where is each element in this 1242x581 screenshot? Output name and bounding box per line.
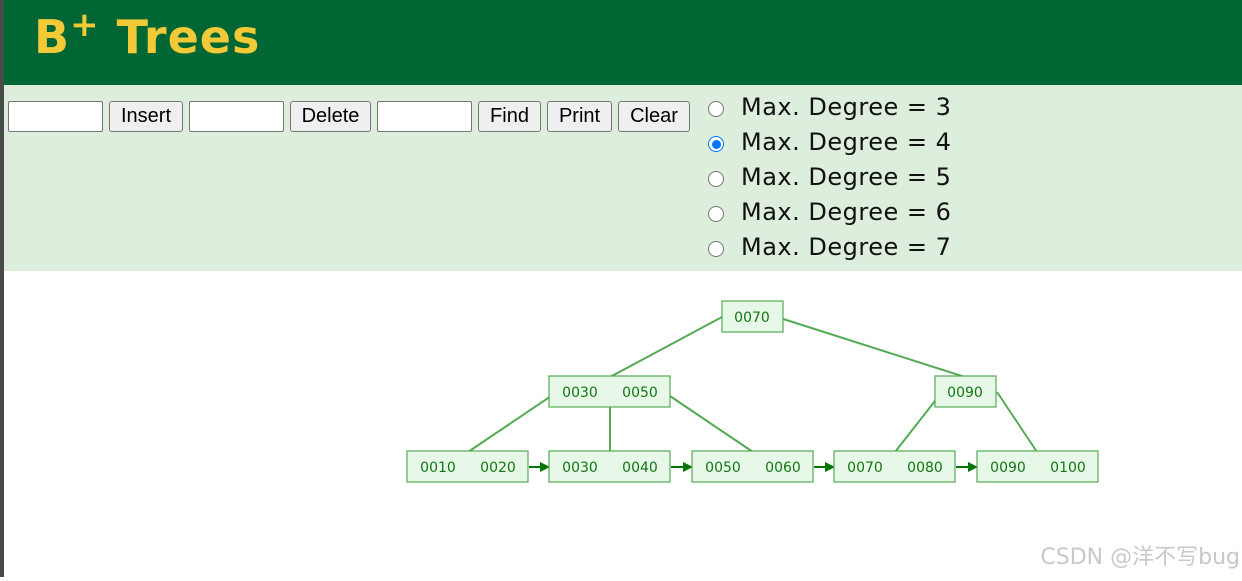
delete-button[interactable]: Delete (290, 101, 371, 132)
edge-n2-leaf5 (996, 391, 1038, 453)
degree-label-3: Max. Degree = 3 (741, 93, 952, 121)
bplus-tree-diagram: 0070 0030 0050 0090 0010 0020 0030 0040 (406, 300, 1099, 483)
title-b: B (34, 10, 71, 64)
node-key: 0040 (622, 460, 658, 476)
edge-n1-leaf1 (467, 391, 558, 453)
radio-degree-6[interactable] (708, 206, 724, 222)
edge-n1-leaf3 (663, 391, 754, 453)
radio-degree-7[interactable] (708, 241, 724, 257)
page-header: B+ Trees (4, 0, 1242, 85)
node-key: 0090 (947, 385, 983, 401)
page-title: B+ Trees (34, 8, 260, 60)
degree-label-6: Max. Degree = 6 (741, 198, 952, 226)
radio-degree-3[interactable] (708, 101, 724, 117)
node-key: 0050 (622, 385, 658, 401)
node-key: 0080 (907, 460, 943, 476)
tree-leaf-2: 0030 0040 (548, 450, 671, 483)
print-button[interactable]: Print (547, 101, 612, 132)
node-key: 0070 (847, 460, 883, 476)
node-key: 0050 (705, 460, 741, 476)
tree-leaf-4: 0070 0080 (833, 450, 956, 483)
tree-leaf-3: 0050 0060 (691, 450, 814, 483)
node-key: 0010 (420, 460, 456, 476)
radio-degree-4[interactable] (708, 136, 724, 152)
tree-node-root: 0070 (721, 300, 784, 333)
tree-node-internal-right: 0090 (934, 375, 997, 408)
find-button[interactable]: Find (478, 101, 541, 132)
find-input[interactable] (377, 101, 472, 132)
clear-button[interactable]: Clear (618, 101, 690, 132)
degree-label-4: Max. Degree = 4 (741, 128, 952, 156)
tree-leaf-5: 0090 0100 (976, 450, 1099, 483)
insert-input[interactable] (8, 101, 103, 132)
node-key: 0100 (1050, 460, 1086, 476)
title-trees: Trees (116, 10, 261, 64)
tree-leaf-1: 0010 0020 (406, 450, 529, 483)
control-panel: Insert Delete Find Print Clear Max. Degr… (4, 85, 1242, 271)
node-key: 0090 (990, 460, 1026, 476)
tree-node-internal-left: 0030 0050 (548, 375, 671, 408)
tree-canvas[interactable]: 0070 0030 0050 0090 0010 0020 0030 0040 (4, 271, 1242, 577)
delete-input[interactable] (189, 101, 284, 132)
node-key: 0020 (480, 460, 516, 476)
node-key: 0030 (562, 460, 598, 476)
degree-label-5: Max. Degree = 5 (741, 163, 952, 191)
edge-root-right (776, 316, 966, 378)
title-plus: + (70, 5, 100, 45)
radio-degree-5[interactable] (708, 171, 724, 187)
edge-root-left (609, 316, 723, 378)
node-key: 0030 (562, 385, 598, 401)
node-key: 0070 (734, 310, 770, 326)
insert-button[interactable]: Insert (109, 101, 183, 132)
node-key: 0060 (765, 460, 801, 476)
watermark-text: CSDN @洋不写bug (1040, 545, 1240, 570)
degree-label-7: Max. Degree = 7 (741, 233, 952, 261)
